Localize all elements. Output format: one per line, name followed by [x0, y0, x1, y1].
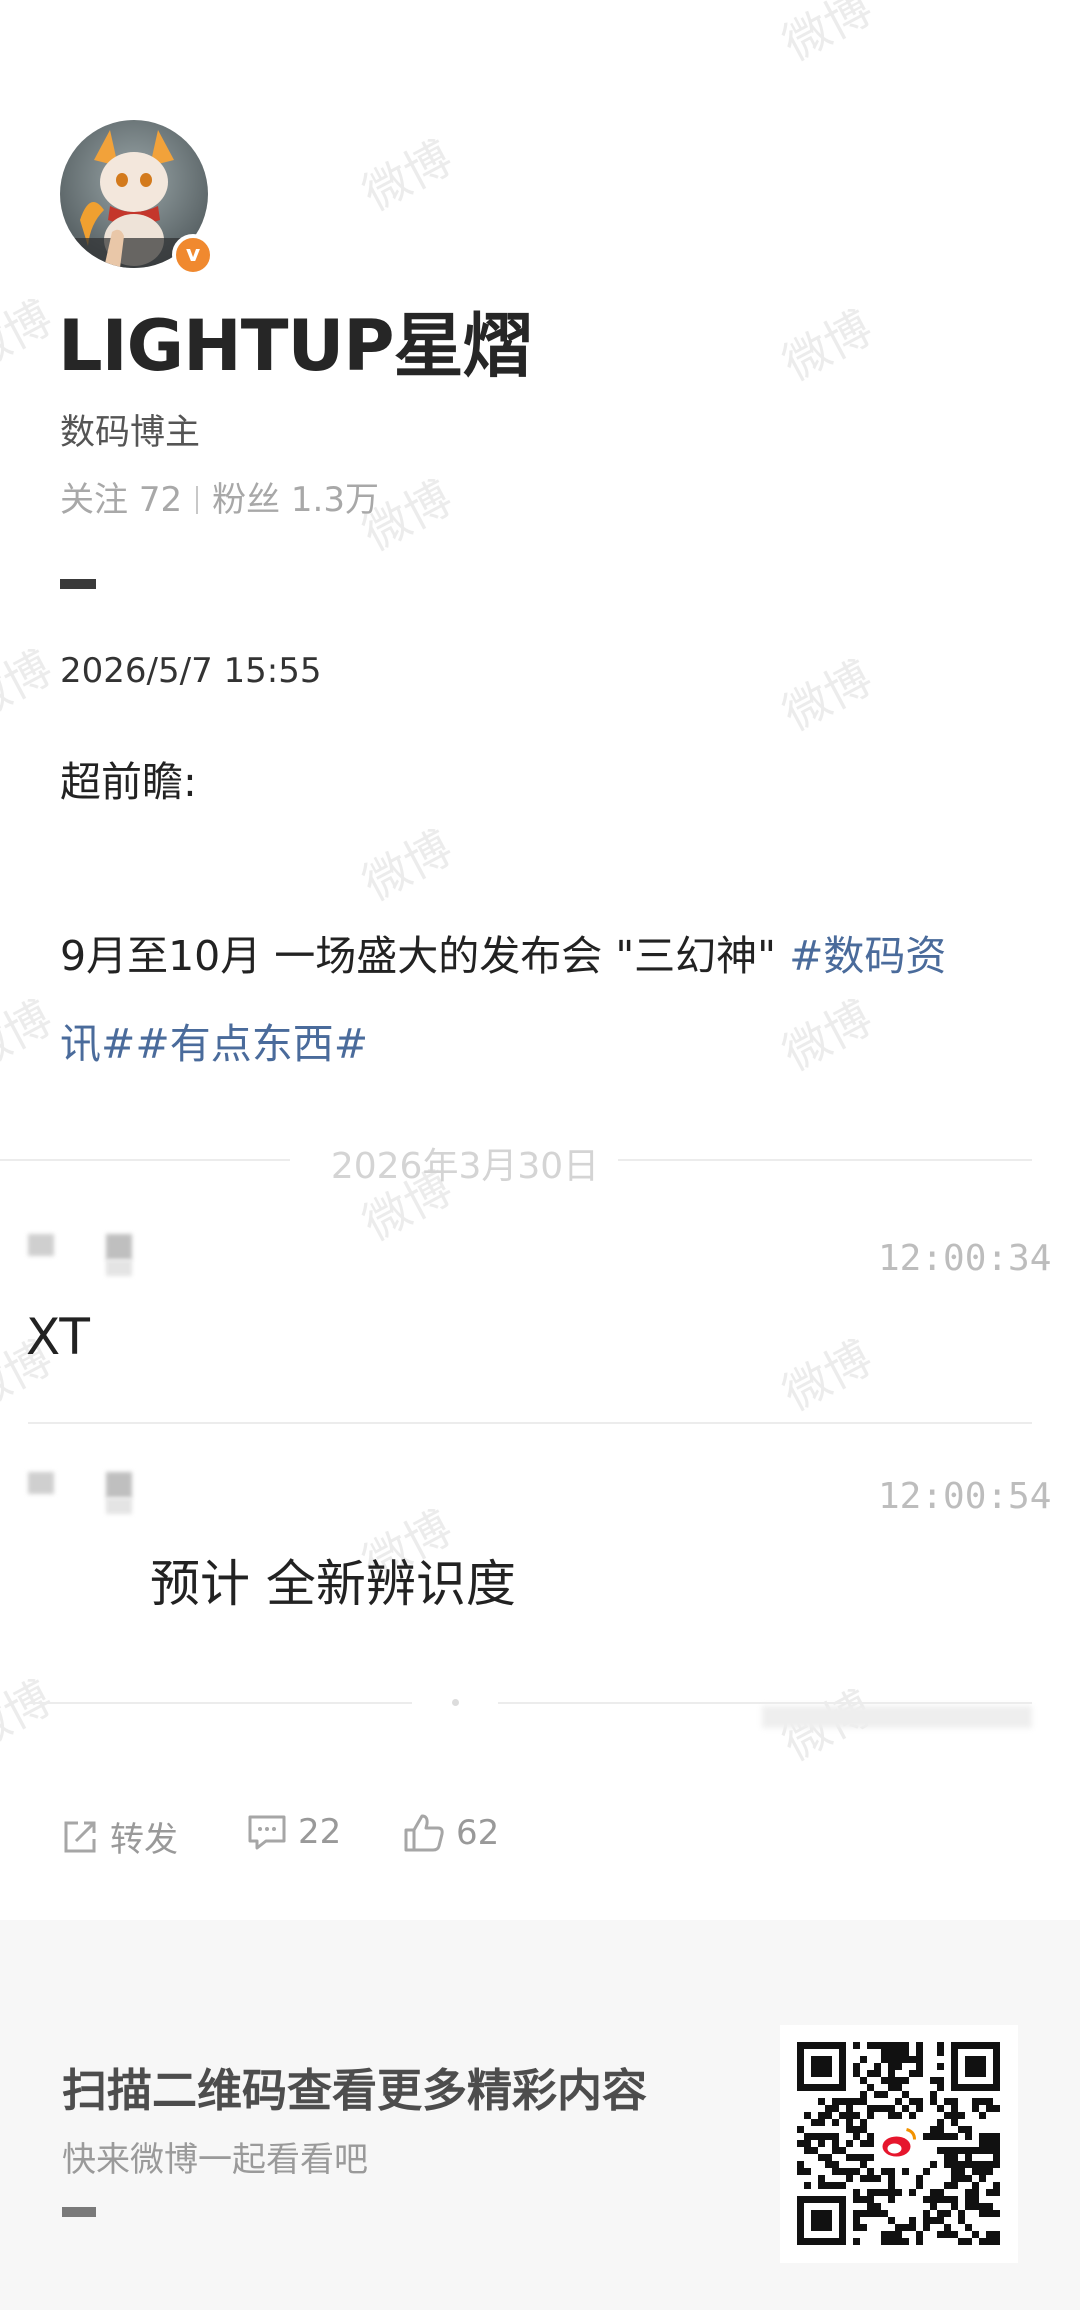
hashtag-link[interactable]: #数码资 [789, 932, 946, 980]
watermark: 微博 [0, 290, 61, 382]
watermark: 微博 [0, 640, 61, 732]
divider [618, 1159, 1032, 1161]
watermark: 微博 [354, 820, 461, 912]
message-text: XT [26, 1308, 90, 1366]
verified-badge-icon: v [172, 234, 214, 276]
watermark: 微博 [774, 300, 881, 392]
footer-subtitle: 快来微博一起看看吧 [62, 2140, 368, 2180]
message-time: 12:00:54 [878, 1476, 1052, 1517]
divider [28, 1702, 412, 1704]
footer-title: 扫描二维码查看更多精彩内容 [62, 2064, 648, 2117]
post-image[interactable]: 2026年3月30日 12:00:34 XT 12:00:54 预计 全新辨识度 [0, 1110, 1080, 1730]
fans-count[interactable]: 1.3万 [291, 480, 379, 520]
post-line: 超前瞻: [60, 758, 197, 806]
profile-name[interactable]: LIGHTUP星熠 [58, 290, 533, 391]
like-button[interactable]: 62 [402, 1812, 499, 1854]
watermark: 微博 [774, 990, 881, 1082]
avatar-blur [106, 1472, 132, 1498]
watermark: 微博 [354, 130, 461, 222]
post-datetime: 2026/5/7 15:55 [60, 651, 322, 691]
fans-label: 粉丝 [212, 480, 281, 520]
watermark: 微博 [0, 990, 61, 1082]
divider [498, 1702, 1032, 1704]
watermark: 微博 [774, 0, 881, 72]
stats-divider [196, 486, 199, 514]
section-dash [60, 579, 96, 589]
message-text: 预计 全新辨识度 [150, 1555, 516, 1613]
post-line: 讯##有点东西# [60, 1010, 368, 1070]
thumbs-up-icon [404, 1814, 444, 1852]
share-icon [64, 1821, 96, 1852]
repost-label: 转发 [110, 1820, 178, 1860]
repost-button[interactable]: 转发 [60, 1812, 178, 1861]
qr-code-icon [797, 2042, 1000, 2245]
avatar-blur [28, 1472, 54, 1494]
comment-count: 22 [298, 1812, 342, 1852]
comment-icon [248, 1815, 286, 1850]
message-time: 12:00:34 [878, 1238, 1052, 1279]
hashtag-link[interactable]: 讯##有点东西# [60, 1020, 368, 1068]
follow-count[interactable]: 72 [139, 480, 182, 520]
divider [0, 1159, 290, 1161]
separator-dot [452, 1699, 459, 1706]
watermark: 微博 [774, 650, 881, 742]
post-text: 9月至10月 一场盛大的发布会 "三幻神" [60, 932, 790, 980]
avatar-blur [106, 1260, 132, 1276]
divider [28, 1422, 1032, 1424]
profile-stats: 关注 72 粉丝 1.3万 [60, 472, 379, 521]
avatar-blur [106, 1498, 132, 1514]
follow-label: 关注 [60, 480, 128, 520]
post-line: 9月至10月 一场盛大的发布会 "三幻神" #数码资 [60, 922, 946, 982]
chat-date: 2026年3月30日 [330, 1146, 600, 1187]
profile-role: 数码博主 [60, 413, 201, 453]
footer-dash [62, 2207, 96, 2217]
like-count: 62 [456, 1813, 500, 1853]
comment-button[interactable]: 22 [246, 1812, 341, 1852]
avatar-blur [28, 1234, 54, 1256]
qr-code[interactable] [780, 2025, 1018, 2263]
blurred-text [762, 1706, 1032, 1728]
avatar-blur [106, 1234, 132, 1260]
